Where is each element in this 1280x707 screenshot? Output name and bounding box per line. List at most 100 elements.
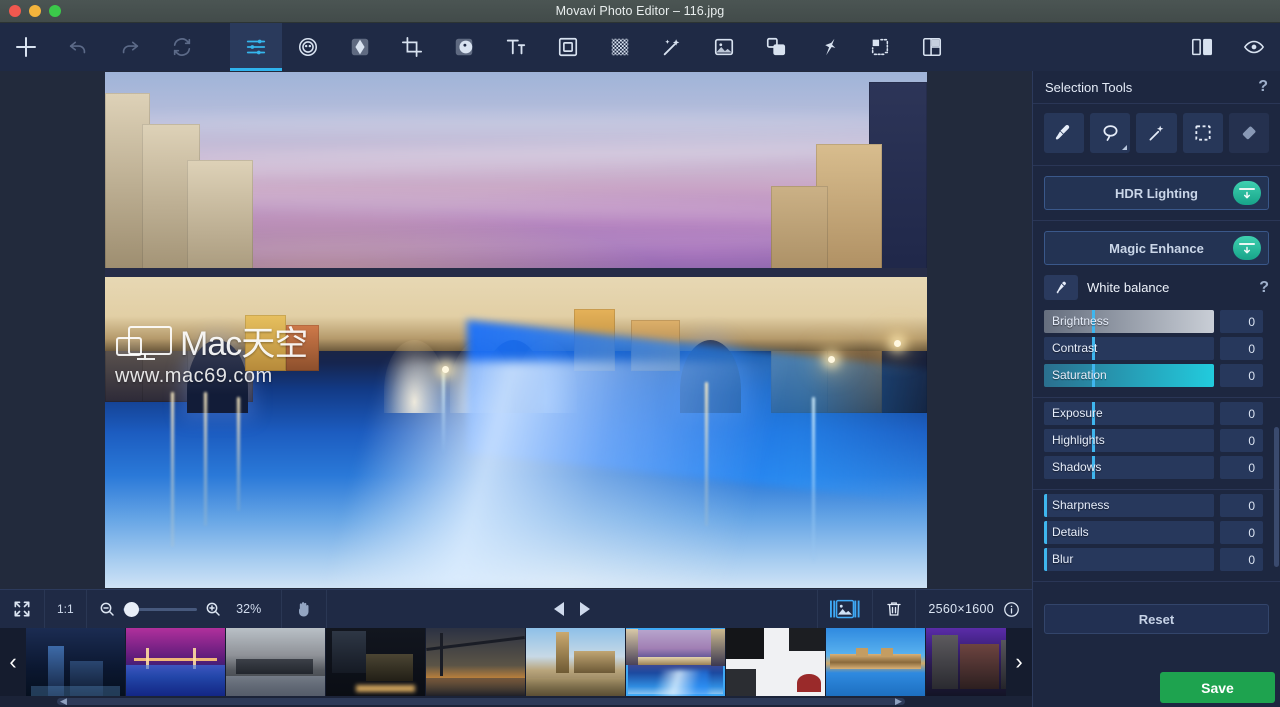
magic-enhance-badge-icon[interactable]: [1233, 236, 1261, 260]
tab-adjust[interactable]: [230, 23, 282, 71]
tab-stamp[interactable]: [802, 23, 854, 71]
thumb-big-ben[interactable]: [526, 628, 625, 696]
slider-blur[interactable]: Blur 0: [1044, 548, 1269, 571]
slider-exposure[interactable]: Exposure 0: [1044, 402, 1269, 425]
hdr-lighting-badge-icon[interactable]: [1233, 181, 1261, 205]
zoom-slider-handle[interactable]: [123, 601, 139, 617]
hdr-lighting-button[interactable]: HDR Lighting: [1044, 176, 1269, 210]
slider-saturation[interactable]: Saturation 0: [1044, 364, 1269, 387]
exposure-track[interactable]: Exposure: [1044, 402, 1214, 425]
tab-effects[interactable]: [334, 23, 386, 71]
tab-text[interactable]: [490, 23, 542, 71]
slider-brightness[interactable]: Brightness 0: [1044, 310, 1269, 333]
thumb-bridge-purple[interactable]: [126, 628, 225, 696]
contrast-track[interactable]: Contrast: [1044, 337, 1214, 360]
highlights-value[interactable]: 0: [1220, 429, 1263, 452]
tab-resize[interactable]: [854, 23, 906, 71]
sharpness-handle[interactable]: [1044, 494, 1047, 517]
reset-button[interactable]: Reset: [1044, 604, 1269, 634]
white-balance-help-icon[interactable]: ?: [1259, 279, 1269, 297]
previous-image-button[interactable]: [554, 602, 565, 616]
selection-tools-help-icon[interactable]: ?: [1258, 78, 1268, 96]
reset-all-icon[interactable]: [156, 23, 208, 71]
thumb-skyline-dawn[interactable]: [226, 628, 325, 696]
brightness-track[interactable]: Brightness: [1044, 310, 1214, 333]
slider-shadows[interactable]: Shadows 0: [1044, 456, 1269, 479]
selection-tool-row: [1033, 104, 1280, 166]
tab-retouch[interactable]: [282, 23, 334, 71]
details-handle[interactable]: [1044, 521, 1047, 544]
filmstrip-next-button[interactable]: ›: [1006, 628, 1032, 696]
tab-crop[interactable]: [386, 23, 438, 71]
eraser-tool-icon[interactable]: [1228, 113, 1270, 153]
tab-insert-picture[interactable]: [698, 23, 750, 71]
saturation-value[interactable]: 0: [1220, 364, 1263, 387]
undo-icon[interactable]: [52, 23, 104, 71]
blur-value[interactable]: 0: [1220, 548, 1263, 571]
highlights-track[interactable]: Highlights: [1044, 429, 1214, 452]
pan-hand-button[interactable]: [282, 589, 327, 629]
shadows-value[interactable]: 0: [1220, 456, 1263, 479]
filmstrip-prev-button[interactable]: ‹: [0, 628, 26, 696]
add-icon[interactable]: [0, 23, 52, 71]
canvas-area[interactable]: Mac天空 www.mac69.com: [0, 71, 1032, 589]
delete-button[interactable]: [873, 589, 917, 629]
thumb-bay-bridge-sunset[interactable]: [426, 628, 525, 696]
show-filmstrip-button[interactable]: [817, 589, 874, 629]
compare-icon[interactable]: [1176, 23, 1228, 71]
details-track[interactable]: Details: [1044, 521, 1214, 544]
slider-details[interactable]: Details 0: [1044, 521, 1269, 544]
tab-magic-wand[interactable]: [646, 23, 698, 71]
tab-layers[interactable]: [750, 23, 802, 71]
next-image-button[interactable]: [580, 602, 591, 616]
actual-size-button[interactable]: 1:1: [45, 589, 87, 629]
lasso-tool-icon[interactable]: [1090, 113, 1131, 153]
reflection-1: [170, 391, 174, 547]
thumb-city-skyline-blue[interactable]: [26, 628, 125, 696]
blur-track[interactable]: Blur: [1044, 548, 1214, 571]
thumb-abstract-white[interactable]: [726, 628, 825, 696]
sharpness-track[interactable]: Sharpness: [1044, 494, 1214, 517]
filmstrip-scrollbar[interactable]: ◀ ▶: [0, 696, 1032, 707]
exposure-value[interactable]: 0: [1220, 402, 1263, 425]
preview-eye-icon[interactable]: [1228, 23, 1280, 71]
tab-collage[interactable]: [906, 23, 958, 71]
sharpness-value[interactable]: 0: [1220, 494, 1263, 517]
filmstrip-scroll-left-cap[interactable]: ◀: [60, 696, 67, 707]
brightness-value[interactable]: 0: [1220, 310, 1263, 333]
slider-group-tone: Exposure 0 Highlights 0 Shadows 0: [1033, 398, 1280, 490]
marquee-tool-icon[interactable]: [1182, 113, 1223, 153]
thumb-ponte-vecchio[interactable]: [626, 628, 725, 696]
filmstrip-scrollbar-thumb[interactable]: [57, 698, 905, 705]
saturation-track[interactable]: Saturation: [1044, 364, 1214, 387]
thumb-castle-purple[interactable]: [926, 628, 1006, 696]
thumb-capitol-night[interactable]: [326, 628, 425, 696]
shadows-track[interactable]: Shadows: [1044, 456, 1214, 479]
zoom-control[interactable]: 32%: [87, 589, 282, 629]
window-title: Movavi Photo Editor – 116.jpg: [555, 4, 725, 18]
fit-to-screen-button[interactable]: [0, 589, 45, 629]
eyedropper-icon[interactable]: [1044, 275, 1078, 300]
zoom-slider-track[interactable]: [122, 601, 197, 617]
thumb-palace-reflection[interactable]: [826, 628, 925, 696]
tab-change-background[interactable]: [438, 23, 490, 71]
slider-sharpness[interactable]: Sharpness 0: [1044, 494, 1269, 517]
blur-handle[interactable]: [1044, 548, 1047, 571]
slider-contrast[interactable]: Contrast 0: [1044, 337, 1269, 360]
magic-wand-tool-icon[interactable]: [1136, 113, 1177, 153]
contrast-value[interactable]: 0: [1220, 337, 1263, 360]
brush-tool-icon[interactable]: [1044, 113, 1085, 153]
lasso-options-corner[interactable]: [1122, 145, 1128, 150]
filmstrip-scroll-right-cap[interactable]: ▶: [895, 696, 902, 707]
tab-frames[interactable]: [542, 23, 594, 71]
photo-ponte-vecchio[interactable]: Mac天空 www.mac69.com: [105, 72, 927, 588]
save-button[interactable]: Save: [1160, 672, 1275, 703]
magic-enhance-button[interactable]: Magic Enhance: [1044, 231, 1269, 265]
image-navigation[interactable]: [530, 602, 614, 616]
slider-group-detail: Sharpness 0 Details 0 Blur 0: [1033, 490, 1280, 582]
redo-icon[interactable]: [104, 23, 156, 71]
tab-object-removal[interactable]: [594, 23, 646, 71]
details-value[interactable]: 0: [1220, 521, 1263, 544]
right-panel-scrollbar[interactable]: [1274, 427, 1279, 567]
slider-highlights[interactable]: Highlights 0: [1044, 429, 1269, 452]
